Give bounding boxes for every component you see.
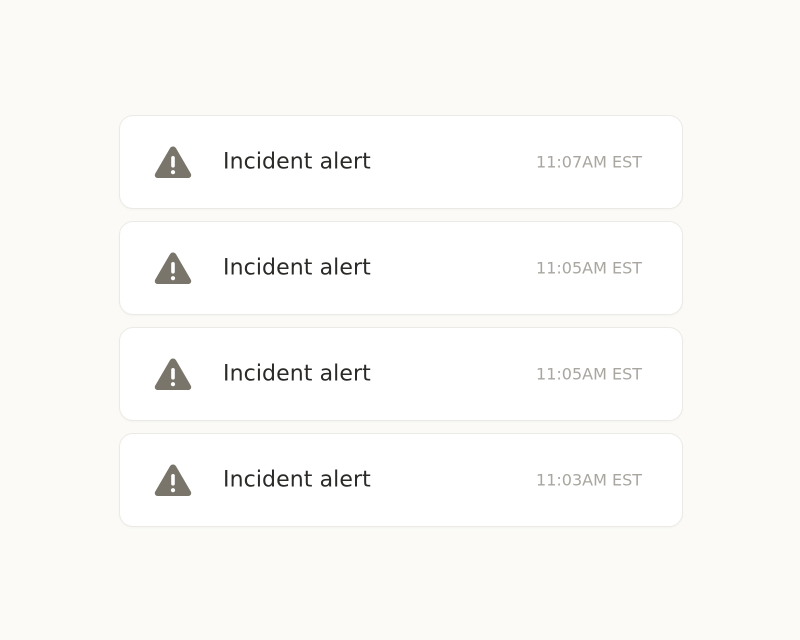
page: Incident alert 11:07AM EST Incident aler…: [0, 0, 800, 640]
alert-item[interactable]: Incident alert 11:07AM EST: [119, 115, 683, 209]
alert-timestamp: 11:07AM EST: [536, 152, 642, 172]
alert-title: Incident alert: [223, 255, 371, 281]
alert-item[interactable]: Incident alert 11:05AM EST: [119, 221, 683, 315]
warning-icon: [154, 463, 192, 497]
alert-title: Incident alert: [223, 361, 371, 387]
alert-timestamp: 11:05AM EST: [536, 258, 642, 278]
alert-item[interactable]: Incident alert 11:03AM EST: [119, 433, 683, 527]
alert-title: Incident alert: [223, 149, 371, 175]
alert-timestamp: 11:03AM EST: [536, 470, 642, 490]
alert-title: Incident alert: [223, 467, 371, 493]
warning-icon: [154, 145, 192, 179]
alert-list: Incident alert 11:07AM EST Incident aler…: [119, 115, 683, 527]
warning-icon: [154, 251, 192, 285]
alert-timestamp: 11:05AM EST: [536, 364, 642, 384]
alert-item[interactable]: Incident alert 11:05AM EST: [119, 327, 683, 421]
warning-icon: [154, 357, 192, 391]
